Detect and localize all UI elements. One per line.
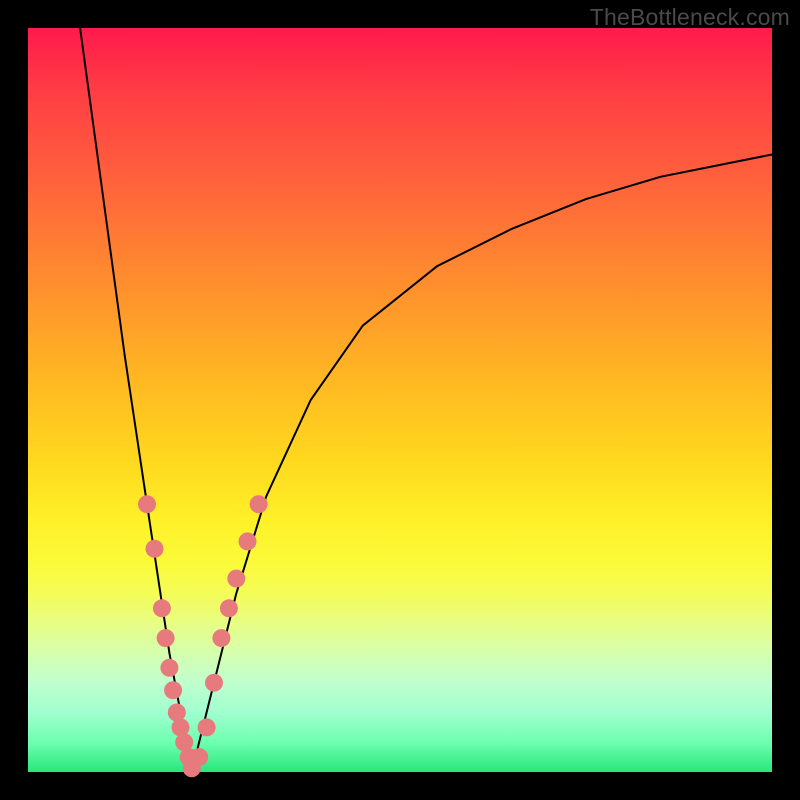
chart-frame: TheBottleneck.com <box>0 0 800 800</box>
marker-dot <box>190 748 208 766</box>
bottleneck-curve <box>80 28 772 772</box>
marker-dot <box>138 495 156 513</box>
marker-dot <box>220 599 238 617</box>
plot-area <box>28 28 772 772</box>
marker-dot <box>198 718 216 736</box>
watermark-text: TheBottleneck.com <box>590 4 790 31</box>
marker-dot <box>212 629 230 647</box>
marker-dot <box>153 599 171 617</box>
marker-dot <box>164 681 182 699</box>
marker-dot <box>227 570 245 588</box>
marker-dot <box>146 540 164 558</box>
curve-layer <box>28 28 772 772</box>
marker-dot <box>205 674 223 692</box>
marker-dot <box>239 532 257 550</box>
marker-group <box>138 495 268 777</box>
marker-dot <box>160 659 178 677</box>
marker-dot <box>157 629 175 647</box>
marker-dot <box>250 495 268 513</box>
